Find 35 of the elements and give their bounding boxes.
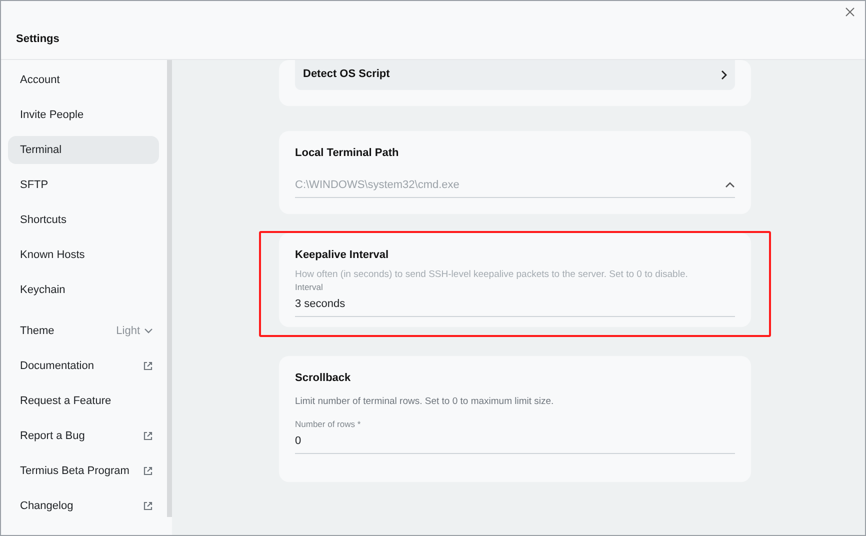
card-title: Local Terminal Path — [295, 147, 400, 159]
theme-value: Light — [116, 325, 140, 337]
sidebar-item[interactable]: Invite People — [8, 101, 159, 129]
chevron-down-icon — [144, 328, 153, 334]
external-link-icon — [143, 431, 153, 441]
close-icon — [845, 7, 855, 17]
sidebar-item[interactable]: Termius Beta Program — [8, 457, 159, 485]
window-title: Settings — [16, 33, 60, 45]
sidebar-item[interactable]: Changelog — [8, 492, 159, 520]
chevron-up-icon — [725, 182, 735, 188]
input-field[interactable]: 0 — [295, 434, 735, 448]
external-link-icon — [143, 501, 153, 511]
sidebar-item[interactable]: Theme Light — [8, 317, 159, 345]
detect-os-script-row[interactable]: Detect OS Script — [295, 60, 735, 90]
card-description: How often (in seconds) to send SSH-level keepalive packets to the server. Set to 0 to disable. — [295, 269, 689, 280]
sidebar-item[interactable]: Terminal — [8, 136, 159, 164]
card-description: Limit number of terminal rows. Set to 0 to maximum limit size. — [295, 396, 555, 407]
sidebar-item[interactable]: Keychain — [8, 276, 159, 304]
field-label: Interval — [295, 282, 324, 292]
sidebar-item[interactable]: Known Hosts — [8, 241, 159, 269]
card-title: Keepalive Interval — [295, 249, 390, 261]
external-link-icon — [143, 361, 153, 371]
sidebar-item[interactable]: Shortcuts — [8, 206, 159, 234]
sidebar-item[interactable]: Report a Bug — [8, 422, 159, 450]
scrollbar[interactable] — [167, 60, 172, 517]
chevron-right-icon — [721, 70, 727, 80]
close-button[interactable] — [843, 5, 857, 19]
sidebar-item[interactable]: SFTP — [8, 171, 159, 199]
sidebar-item[interactable]: Request a Feature — [8, 387, 159, 415]
sidebar-item[interactable]: Account — [8, 66, 159, 94]
field-label: Number of rows * — [295, 419, 362, 429]
input-field[interactable]: 3 seconds — [295, 297, 735, 311]
external-link-icon — [143, 466, 153, 476]
sidebar-item[interactable]: Documentation — [8, 352, 159, 380]
card-title: Scrollback — [295, 372, 352, 384]
